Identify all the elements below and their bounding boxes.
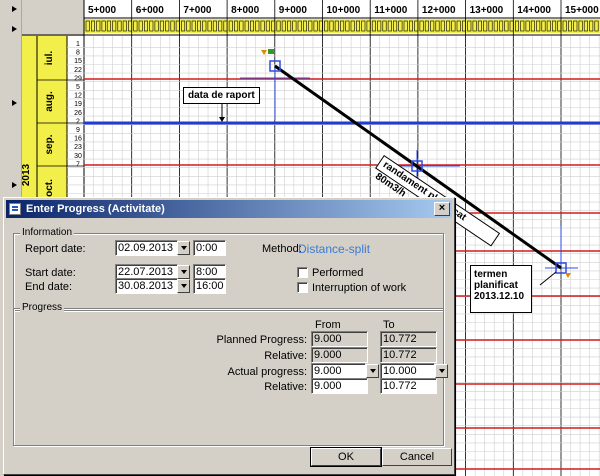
chainage-label: 12+000: [422, 5, 456, 16]
planned-progress-from: 9.000: [311, 331, 368, 347]
dialog-title: Enter Progress (Activitate): [26, 203, 165, 215]
deadline-annotation-line: termen: [474, 269, 508, 280]
cancel-button[interactable]: Cancel: [382, 448, 452, 466]
end-time-field[interactable]: 16:00: [193, 278, 226, 294]
end-date-field[interactable]: 30.08.2013: [115, 278, 178, 294]
chainage-label: 8+000: [231, 5, 260, 16]
day-label: 7: [76, 161, 80, 168]
information-group-title: Information: [20, 227, 75, 238]
day-label: 5: [76, 84, 80, 91]
day-label: 8: [76, 50, 80, 57]
day-label: 1: [76, 41, 80, 48]
deadline-annotation-line: 2013.12.10: [474, 291, 525, 302]
report-date-label: Report date:: [25, 243, 86, 255]
chainage-label: 10+000: [327, 5, 361, 16]
year-label: 2013: [21, 163, 32, 186]
day-label: 9: [76, 127, 80, 134]
relative-actual-label: Relative:: [264, 381, 307, 393]
report-date-annotation-text: data de raport: [188, 90, 255, 101]
dialog-titlebar[interactable]: Enter Progress (Activitate) ×: [6, 200, 452, 218]
chainage-label: 9+000: [279, 5, 308, 16]
relative-planned-from: 9.000: [311, 347, 368, 363]
from-header: From: [315, 319, 341, 331]
chainage-label: 11+000: [374, 5, 408, 16]
report-time-field[interactable]: 0:00: [193, 240, 226, 256]
report-date-annotation: data de raport: [183, 87, 260, 104]
end-date-dropdown[interactable]: [177, 279, 190, 293]
interruption-label: Interruption of work: [312, 282, 407, 294]
relative-actual-to[interactable]: 10.772: [380, 378, 437, 394]
performed-checkbox[interactable]: [297, 267, 308, 278]
end-date-label: End date:: [25, 281, 73, 293]
planned-progress-label: Planned Progress:: [216, 334, 308, 346]
chainage-label: 14+000: [517, 5, 551, 16]
day-label: 26: [74, 110, 82, 117]
enter-progress-dialog: Enter Progress (Activitate) × Informatio…: [3, 197, 455, 475]
day-label: 12: [74, 93, 82, 100]
close-icon[interactable]: ×: [434, 202, 450, 216]
report-date-dropdown[interactable]: [177, 241, 190, 255]
performed-label: Performed: [312, 267, 364, 279]
day-label: 2: [76, 118, 80, 125]
actual-progress-from-dropdown[interactable]: [366, 364, 379, 378]
chainage-label: 15+000: [565, 5, 599, 16]
method-label: Method:: [262, 243, 302, 255]
actual-progress-to[interactable]: 10.000: [380, 363, 435, 379]
milestone-marker-icon: [261, 49, 274, 55]
relative-planned-label: Relative:: [264, 350, 307, 362]
relative-actual-from[interactable]: 9.000: [311, 378, 368, 394]
month-label: oct.: [44, 179, 55, 197]
progress-group-title: Progress: [20, 302, 65, 313]
actual-progress-from[interactable]: 9.000: [311, 363, 366, 379]
day-label: 19: [74, 101, 82, 108]
ok-button[interactable]: OK: [310, 447, 382, 467]
window-icon: [9, 203, 21, 215]
report-date-field[interactable]: 02.09.2013: [115, 240, 178, 256]
method-value: Distance-split: [298, 242, 371, 256]
month-label: iul.: [44, 51, 55, 66]
actual-progress-to-dropdown[interactable]: [435, 364, 448, 378]
day-label: 15: [74, 58, 82, 65]
day-label: 23: [74, 144, 82, 151]
day-label: 30: [74, 153, 82, 160]
to-header: To: [383, 319, 395, 331]
deadline-annotation-line: planificat: [474, 280, 518, 291]
relative-planned-to: 10.772: [380, 347, 437, 363]
start-date-label: Start date:: [25, 267, 76, 279]
chainage-label: 5+000: [88, 5, 117, 16]
month-label: aug.: [44, 91, 55, 112]
chainage-label: 6+000: [136, 5, 165, 16]
deadline-annotation: termen planificat 2013.12.10: [470, 265, 532, 313]
month-label: sep.: [44, 134, 55, 154]
interruption-checkbox[interactable]: [297, 282, 308, 293]
milestone-marker-icon: [565, 273, 571, 278]
day-label: 29: [74, 75, 82, 82]
chainage-label: 7+000: [183, 5, 212, 16]
day-label: 22: [74, 67, 82, 74]
start-date-dropdown[interactable]: [177, 265, 190, 279]
chainage-label: 13+000: [470, 5, 504, 16]
day-label: 16: [74, 136, 82, 143]
planned-progress-to: 10.772: [380, 331, 437, 347]
actual-progress-label: Actual progress:: [227, 366, 307, 378]
